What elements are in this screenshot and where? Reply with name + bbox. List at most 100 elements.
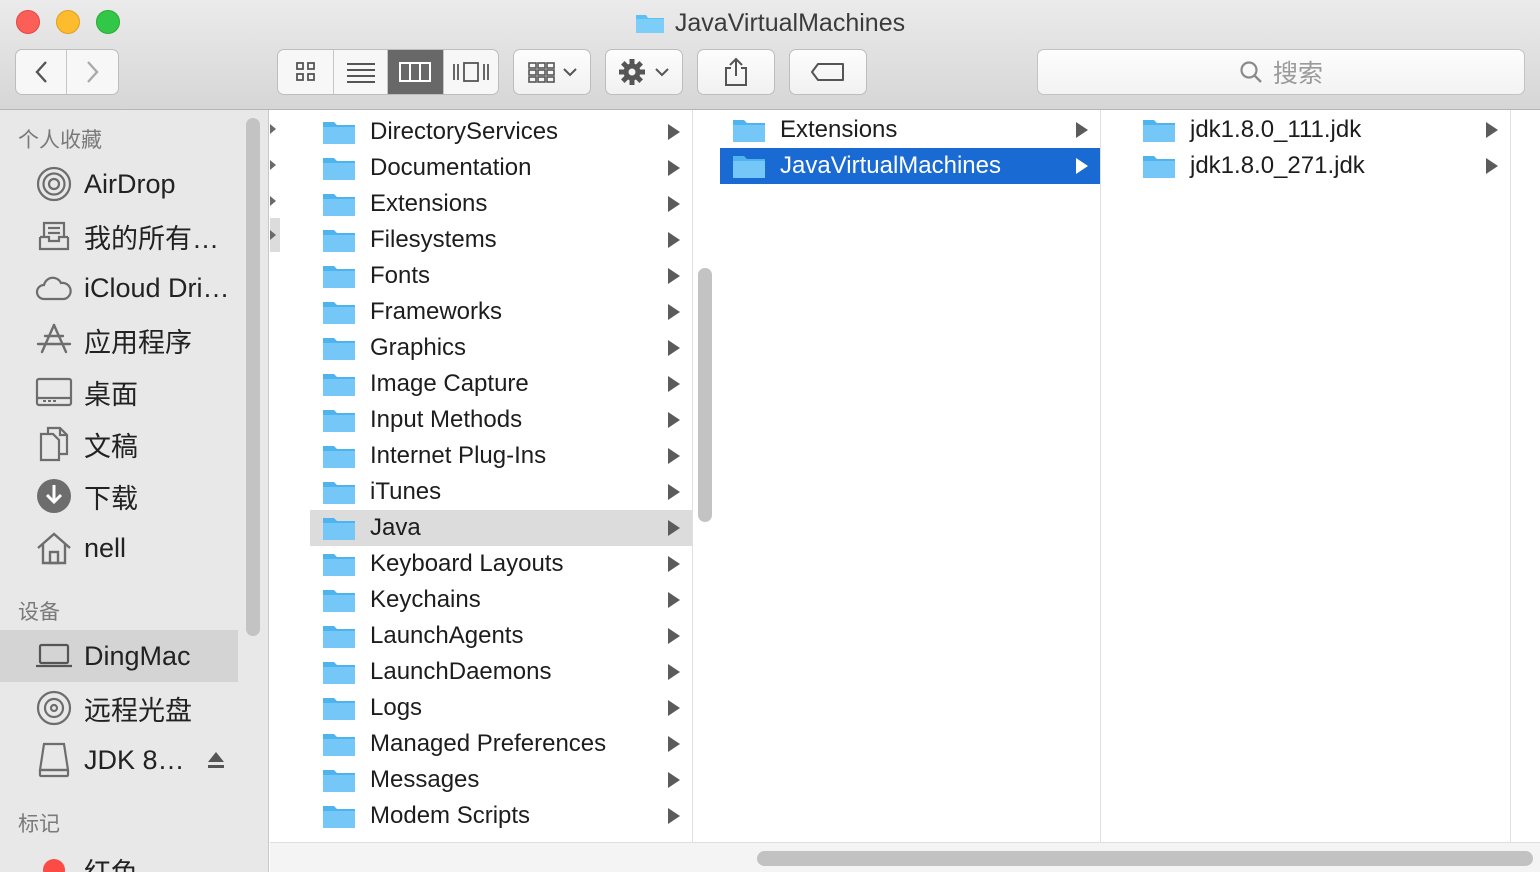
disclosure-arrow-icon [668, 340, 680, 356]
disclosure-arrow-icon [1076, 158, 1088, 174]
folder-icon [733, 120, 765, 142]
folder-row-jdk1-8-0-111-jdk[interactable]: jdk1.8.0_111.jdk [1130, 112, 1510, 148]
search-field[interactable]: 搜索 [1037, 49, 1525, 95]
folder-row-extensions[interactable]: Extensions [720, 112, 1100, 148]
folder-name: Image Capture [370, 370, 529, 397]
disclosure-arrow-icon [668, 664, 680, 680]
cloud-icon [34, 268, 74, 308]
disclosure-arrow-icon [1486, 158, 1498, 174]
folder-row-extensions[interactable]: Extensions [310, 186, 692, 222]
sidebar-item-label: JDK 8… [84, 744, 185, 775]
horizontal-scrollbar[interactable] [270, 842, 1540, 872]
disclosure-arrow-icon [668, 196, 680, 212]
folder-icon [1143, 120, 1175, 142]
folder-row-frameworks[interactable]: Frameworks [310, 294, 692, 330]
folder-name: Extensions [370, 190, 488, 217]
sidebar-scrollbar[interactable] [246, 118, 260, 636]
disclosure-arrow-icon [668, 484, 680, 500]
folder-row-launchdaemons[interactable]: LaunchDaemons [310, 654, 692, 690]
folder-row-java[interactable]: Java [310, 510, 692, 546]
sidebar-item-applications[interactable]: 应用程序 [0, 314, 238, 366]
folder-name: Keychains [370, 586, 481, 613]
folder-row-logs[interactable]: Logs [310, 690, 692, 726]
coverflow-view-button[interactable] [444, 50, 499, 94]
folder-row-keychains[interactable]: Keychains [310, 582, 692, 618]
folder-row-javavirtualmachines[interactable]: JavaVirtualMachines [720, 148, 1100, 184]
action-button[interactable] [605, 49, 683, 95]
laptop-icon [34, 636, 74, 676]
folder-name: Filesystems [370, 226, 497, 253]
eject-button[interactable] [206, 750, 226, 770]
folder-row-fonts[interactable]: Fonts [310, 258, 692, 294]
sidebar-item-airdrop[interactable]: AirDrop [0, 158, 238, 210]
icon-view-icon [295, 62, 315, 81]
folder-row-messages[interactable]: Messages [310, 762, 692, 798]
folder-name: DirectoryServices [370, 118, 559, 145]
sidebar-item-all-files[interactable]: 我的所有… [0, 210, 238, 262]
sidebar: 个人收藏 AirDrop 我的所有… iCloud Dri… 应用程序 桌面 文… [0, 110, 269, 872]
folder-name: LaunchAgents [370, 622, 524, 649]
folder-row-documentation[interactable]: Documentation [310, 150, 692, 186]
sidebar-item-dingmac[interactable]: DingMac [0, 630, 238, 682]
red-tag-dot-icon [34, 850, 74, 872]
folder-name: jdk1.8.0_111.jdk [1190, 116, 1362, 143]
disclosure-arrow-icon [668, 124, 680, 140]
sidebar-item-home[interactable]: nell [0, 522, 238, 574]
sidebar-header-tags: 标记 [18, 813, 60, 836]
sidebar-item-documents[interactable]: 文稿 [0, 418, 238, 470]
sidebar-item-tag-red[interactable]: 红色 [0, 844, 238, 872]
folder-name: Extensions [780, 116, 898, 143]
folder-row-input-methods[interactable]: Input Methods [310, 402, 692, 438]
horizontal-scrollbar-thumb[interactable] [757, 851, 1533, 866]
list-view-button[interactable] [334, 50, 388, 94]
folder-row-filesystems[interactable]: Filesystems [310, 222, 692, 258]
coverflow-view-icon [452, 62, 489, 82]
sidebar-item-label: 桌面 [84, 379, 138, 410]
applications-icon [34, 320, 74, 360]
folder-icon [1143, 156, 1175, 178]
chevron-left-icon [35, 61, 47, 83]
folder-row-internet-plug-ins[interactable]: Internet Plug-Ins [310, 438, 692, 474]
folder-icon [323, 374, 355, 396]
back-button[interactable] [16, 50, 68, 94]
folder-icon [323, 734, 355, 756]
sidebar-item-icloud-drive[interactable]: iCloud Dri… [0, 262, 238, 314]
folder-row-graphics[interactable]: Graphics [310, 330, 692, 366]
disclosure-arrow-icon [668, 808, 680, 824]
folder-icon [323, 482, 355, 504]
sidebar-item-downloads[interactable]: 下载 [0, 470, 238, 522]
column-javavirtualmachines: jdk1.8.0_111.jdk jdk1.8.0_271.jdk [1130, 110, 1511, 842]
folder-icon [323, 410, 355, 432]
sidebar-item-remote-disc[interactable]: 远程光盘 [0, 682, 238, 734]
column-java: Extensions JavaVirtualMachines [720, 110, 1101, 842]
disclosure-arrow-icon [668, 700, 680, 716]
folder-icon [323, 626, 355, 648]
folder-icon [323, 302, 355, 324]
folder-row-itunes[interactable]: iTunes [310, 474, 692, 510]
icon-view-button[interactable] [278, 50, 335, 94]
sidebar-header-favorites: 个人收藏 [18, 129, 102, 152]
folder-row-image-capture[interactable]: Image Capture [310, 366, 692, 402]
folder-row-jdk1-8-0-271-jdk[interactable]: jdk1.8.0_271.jdk [1130, 148, 1510, 184]
folder-row-keyboard-layouts[interactable]: Keyboard Layouts [310, 546, 692, 582]
folder-row-modem-scripts[interactable]: Modem Scripts [310, 798, 692, 834]
folder-row-managed-preferences[interactable]: Managed Preferences [310, 726, 692, 762]
sidebar-item-label: 远程光盘 [84, 695, 192, 726]
sidebar-item-desktop[interactable]: 桌面 [0, 366, 238, 418]
column-view-button[interactable] [388, 50, 444, 94]
sidebar-item-label: 应用程序 [84, 327, 192, 358]
share-button[interactable] [697, 49, 775, 95]
folder-row-launchagents[interactable]: LaunchAgents [310, 618, 692, 654]
folder-row-directoryservices[interactable]: DirectoryServices [310, 114, 692, 150]
sidebar-item-label: iCloud Dri… [84, 272, 230, 303]
chevron-right-icon [270, 124, 276, 134]
sidebar-item-label: nell [84, 532, 127, 563]
sidebar-item-jdk-volume[interactable]: JDK 8… [0, 734, 238, 786]
library-column-scrollbar[interactable] [698, 268, 712, 522]
folder-name: Modem Scripts [370, 802, 531, 829]
forward-button[interactable] [67, 50, 118, 94]
tags-button[interactable] [789, 49, 867, 95]
home-icon [34, 528, 74, 568]
arrange-button[interactable] [513, 49, 591, 95]
disclosure-arrow-icon [668, 772, 680, 788]
